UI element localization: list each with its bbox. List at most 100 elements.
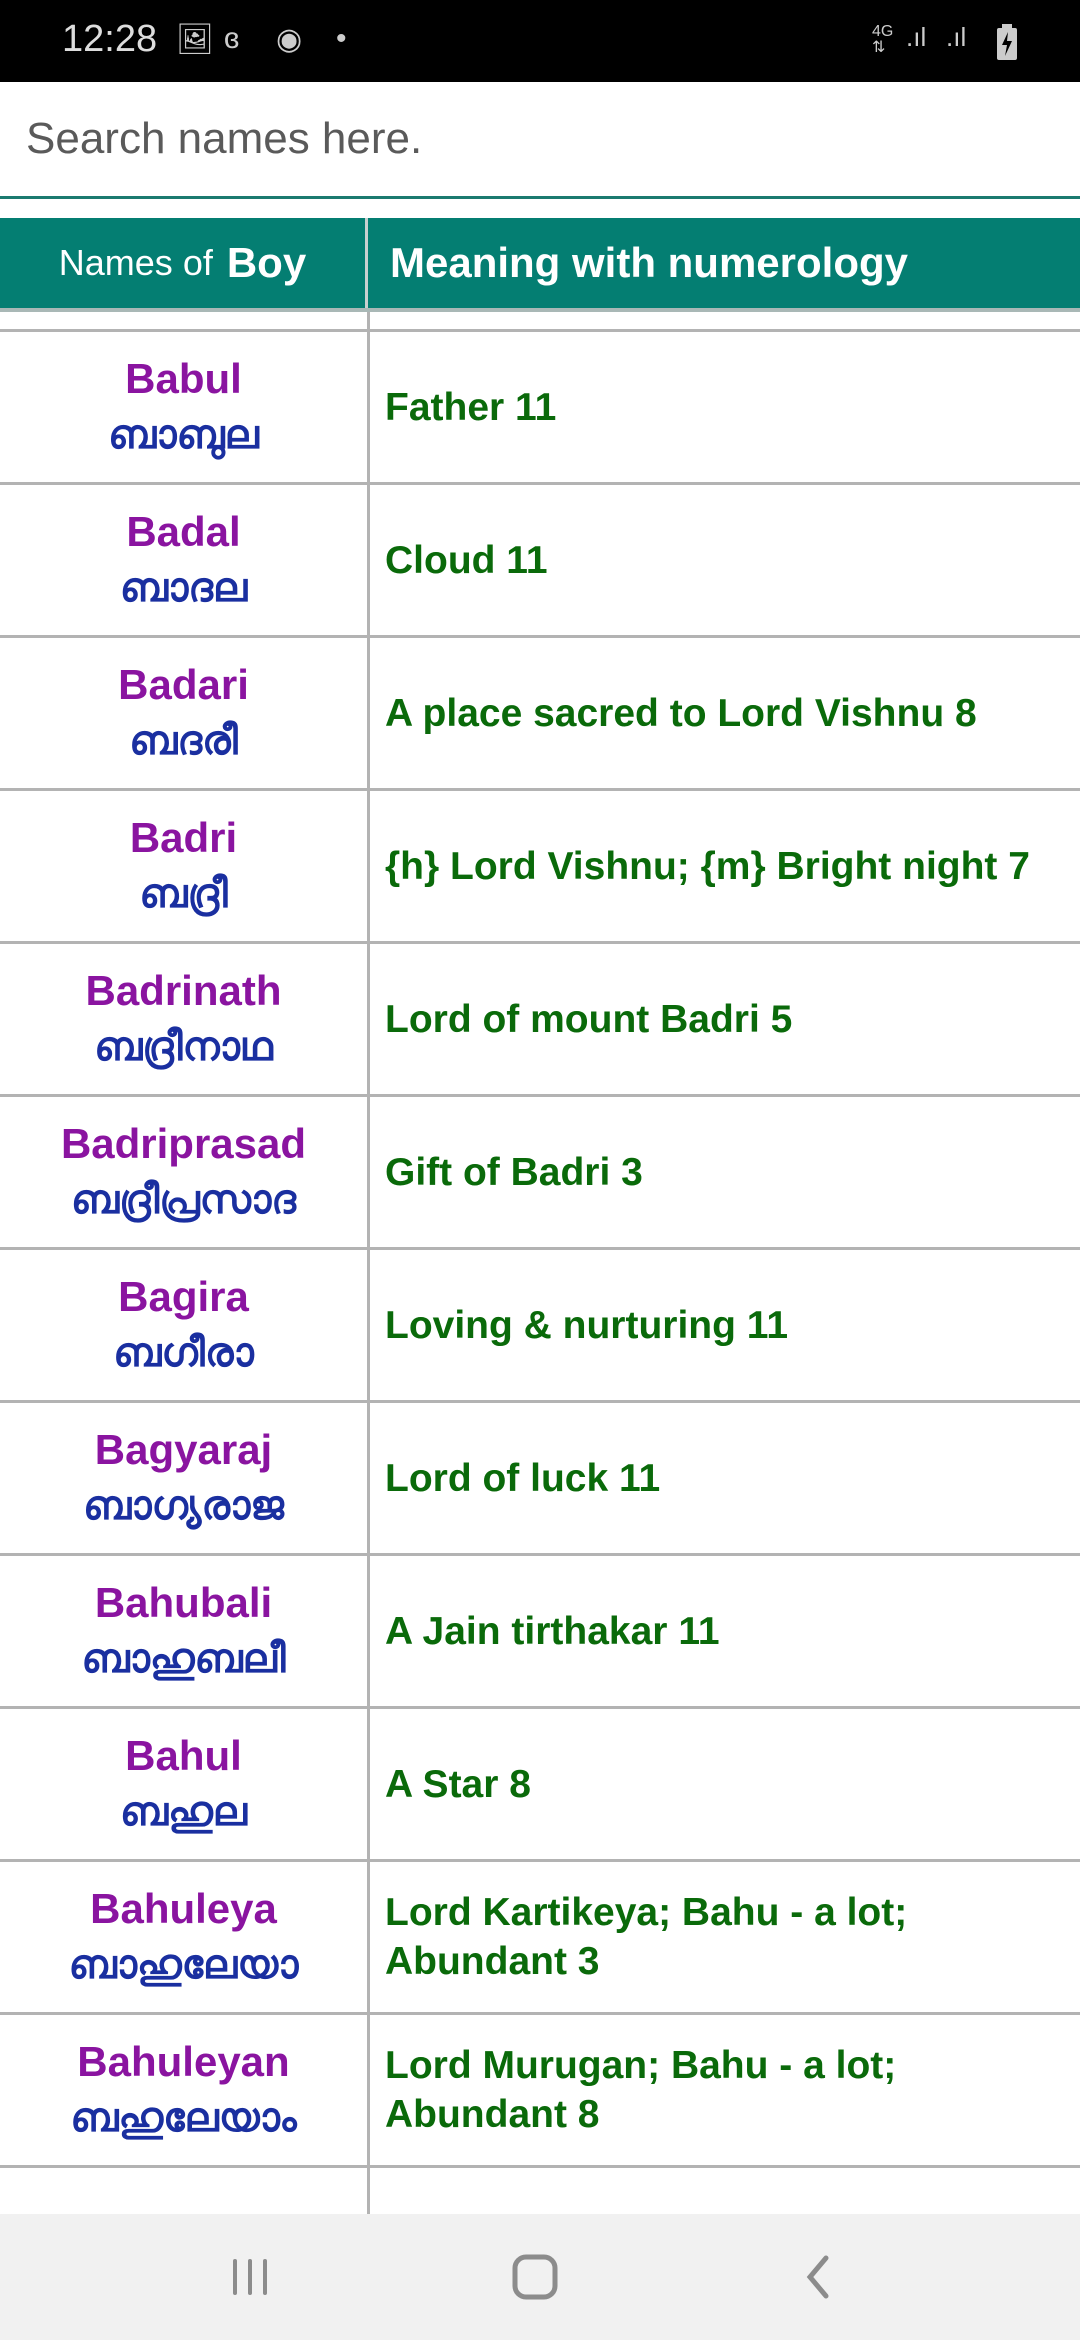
gallery-icon: 🖼 — [176, 23, 215, 56]
name-english: Bagyaraj — [94, 1426, 273, 1473]
name-cell: Bagira ബഗീരാ — [0, 1250, 367, 1400]
meaning-cell: Gift of Badri 3 — [385, 1097, 1065, 1247]
name-malayalam: ബദരീ — [129, 719, 238, 763]
name-english: Badrinath — [85, 967, 282, 1014]
meaning-cell: {h} Lord Vishnu; {m} Bright night 7 — [385, 791, 1065, 941]
name-english: Bahuleyan — [77, 2038, 290, 2085]
battery-charging-icon — [997, 24, 1017, 60]
table-spacer-row — [0, 312, 1080, 332]
name-english: Babul — [125, 355, 242, 402]
name-cell: Badri ബദ്രീ — [0, 791, 367, 941]
column-divider — [367, 2015, 370, 2165]
meaning-cell: A place sacred to Lord Vishnu 8 — [385, 638, 1065, 788]
name-cell: Bahul ബഹുല — [0, 1709, 367, 1859]
name-malayalam: ബാഹുബലീ — [81, 1637, 286, 1681]
meaning-text: Cloud 11 — [385, 538, 548, 582]
column-divider — [367, 1709, 370, 1859]
name-malayalam: ബാഗ്യരാജ — [83, 1484, 284, 1528]
meaning-text: A Star 8 — [385, 1762, 531, 1806]
column-divider — [367, 1403, 370, 1553]
header-meaning: Meaning with numerology — [390, 239, 909, 286]
name-cell: Babul ബാബുല — [0, 332, 367, 482]
search-underline — [0, 196, 1080, 199]
table-row[interactable]: Bagyaraj ബാഗ്യരാജ Lord of luck 11 — [0, 1403, 1080, 1556]
name-english: Badari — [118, 661, 249, 708]
name-cell: Bahubali ബാഹുബലീ — [0, 1556, 367, 1706]
meaning-text: A Jain tirthakar 11 — [385, 1609, 720, 1653]
meaning-text: Lord of luck 11 — [385, 1456, 661, 1500]
meaning-text: Lord Kartikeya; Bahu - a lot; Abundant 3 — [385, 1891, 908, 1983]
table-header: Names of Boy Meaning with numerology — [0, 218, 1080, 312]
status-bar: 12:28 🖼 ɞ ◉ • 4G ⇅ .ıl .ıl — [0, 0, 1080, 82]
column-divider — [367, 1862, 370, 2012]
meaning-text: Gift of Badri 3 — [385, 1150, 643, 1194]
meaning-cell: Lord Murugan; Bahu - a lot; Abundant 8 — [385, 2015, 1065, 2165]
table-row[interactable]: Bahuleyan ബഹുലേയാം Lord Murugan; Bahu - … — [0, 2015, 1080, 2168]
column-divider — [367, 1250, 370, 1400]
meaning-cell: Father 11 — [385, 332, 1065, 482]
meaning-text: Lord of mount Badri 5 — [385, 997, 793, 1041]
home-icon[interactable] — [475, 2214, 595, 2340]
meaning-text: Father 11 — [385, 385, 557, 429]
column-divider — [367, 1556, 370, 1706]
name-english: Badal — [126, 508, 241, 555]
table-row[interactable]: Bahuleya ബാഹുലേയാ Lord Kartikeya; Bahu -… — [0, 1862, 1080, 2015]
name-english: Badri — [129, 814, 238, 861]
table-row[interactable]: Badri ബദ്രീ {h} Lord Vishnu; {m} Bright … — [0, 791, 1080, 944]
navigation-bar — [0, 2214, 1080, 2340]
name-english: Bagira — [118, 1273, 249, 1320]
column-divider — [367, 638, 370, 788]
name-malayalam: ബദ്രീനാഥ — [94, 1025, 273, 1069]
name-malayalam: ബഹുലേയാം — [70, 2096, 297, 2140]
name-english: Bahuleya — [90, 1885, 277, 1932]
meaning-cell: A Jain tirthakar 11 — [385, 1556, 1065, 1706]
search-input[interactable] — [0, 82, 1080, 196]
name-cell: Badrinath ബദ്രീനാഥ — [0, 944, 367, 1094]
column-divider — [367, 332, 370, 482]
4g-icon: 4G ⇅ — [872, 23, 894, 56]
name-english: Badriprasad — [60, 1120, 307, 1167]
signal-icon: .ıl — [946, 22, 967, 52]
column-divider — [367, 485, 370, 635]
signal-icon: .ıl — [906, 22, 927, 52]
table-row[interactable]: Badriprasad ബദ്രീപ്രസാദ Gift of Badri 3 — [0, 1097, 1080, 1250]
recents-icon[interactable] — [190, 2214, 310, 2340]
meaning-text: {h} Lord Vishnu; {m} Bright night 7 — [385, 844, 1030, 888]
table-row[interactable]: Bahubali ബാഹുബലീ A Jain tirthakar 11 — [0, 1556, 1080, 1709]
status-time: 12:28 — [62, 18, 158, 60]
back-icon[interactable] — [757, 2214, 877, 2340]
meaning-cell: Loving & nurturing 11 — [385, 1250, 1065, 1400]
meaning-cell: Lord Kartikeya; Bahu - a lot; Abundant 3 — [385, 1862, 1065, 2012]
chrome-icon: ◉ — [276, 23, 303, 56]
name-cell: Badari ബദരീ — [0, 638, 367, 788]
names-table: Babul ബാബുല Father 11 Badal ബാദല Cloud 1… — [0, 332, 1080, 2321]
name-cell: Bagyaraj ബാഗ്യരാജ — [0, 1403, 367, 1553]
name-malayalam: ബാബുല — [108, 413, 259, 457]
table-row[interactable]: Badal ബാദല Cloud 11 — [0, 485, 1080, 638]
dot-icon: • — [336, 22, 347, 55]
table-row[interactable]: Bagira ബഗീരാ Loving & nurturing 11 — [0, 1250, 1080, 1403]
meaning-text: A place sacred to Lord Vishnu 8 — [385, 691, 977, 735]
name-malayalam: ബഹുല — [120, 1790, 247, 1834]
table-row[interactable]: Babul ബാബുല Father 11 — [0, 332, 1080, 485]
table-row[interactable]: Badrinath ബദ്രീനാഥ Lord of mount Badri 5 — [0, 944, 1080, 1097]
header-gender: Boy — [226, 239, 307, 286]
meaning-cell: Cloud 11 — [385, 485, 1065, 635]
name-malayalam: ബാഹുലേയാ — [68, 1943, 299, 1987]
column-divider — [367, 1097, 370, 1247]
name-malayalam: ബദ്രീ — [139, 872, 228, 916]
name-cell: Badriprasad ബദ്രീപ്രസാദ — [0, 1097, 367, 1247]
name-cell: Bahuleya ബാഹുലേയാ — [0, 1862, 367, 2012]
table-row[interactable]: Bahul ബഹുല A Star 8 — [0, 1709, 1080, 1862]
name-english: Bahubali — [94, 1579, 273, 1626]
column-divider — [367, 944, 370, 1094]
name-malayalam: ബാദല — [119, 566, 248, 610]
name-malayalam: ബഗീരാ — [113, 1331, 254, 1375]
name-malayalam: ബദ്രീപ്രസാദ — [71, 1178, 296, 1222]
name-english: Bahul — [125, 1732, 242, 1779]
table-row[interactable]: Badari ബദരീ A place sacred to Lord Vishn… — [0, 638, 1080, 791]
app-icon: ɞ — [224, 22, 240, 55]
name-cell: Badal ബാദല — [0, 485, 367, 635]
meaning-text: Lord Murugan; Bahu - a lot; Abundant 8 — [385, 2044, 897, 2136]
meaning-cell: Lord of mount Badri 5 — [385, 944, 1065, 1094]
